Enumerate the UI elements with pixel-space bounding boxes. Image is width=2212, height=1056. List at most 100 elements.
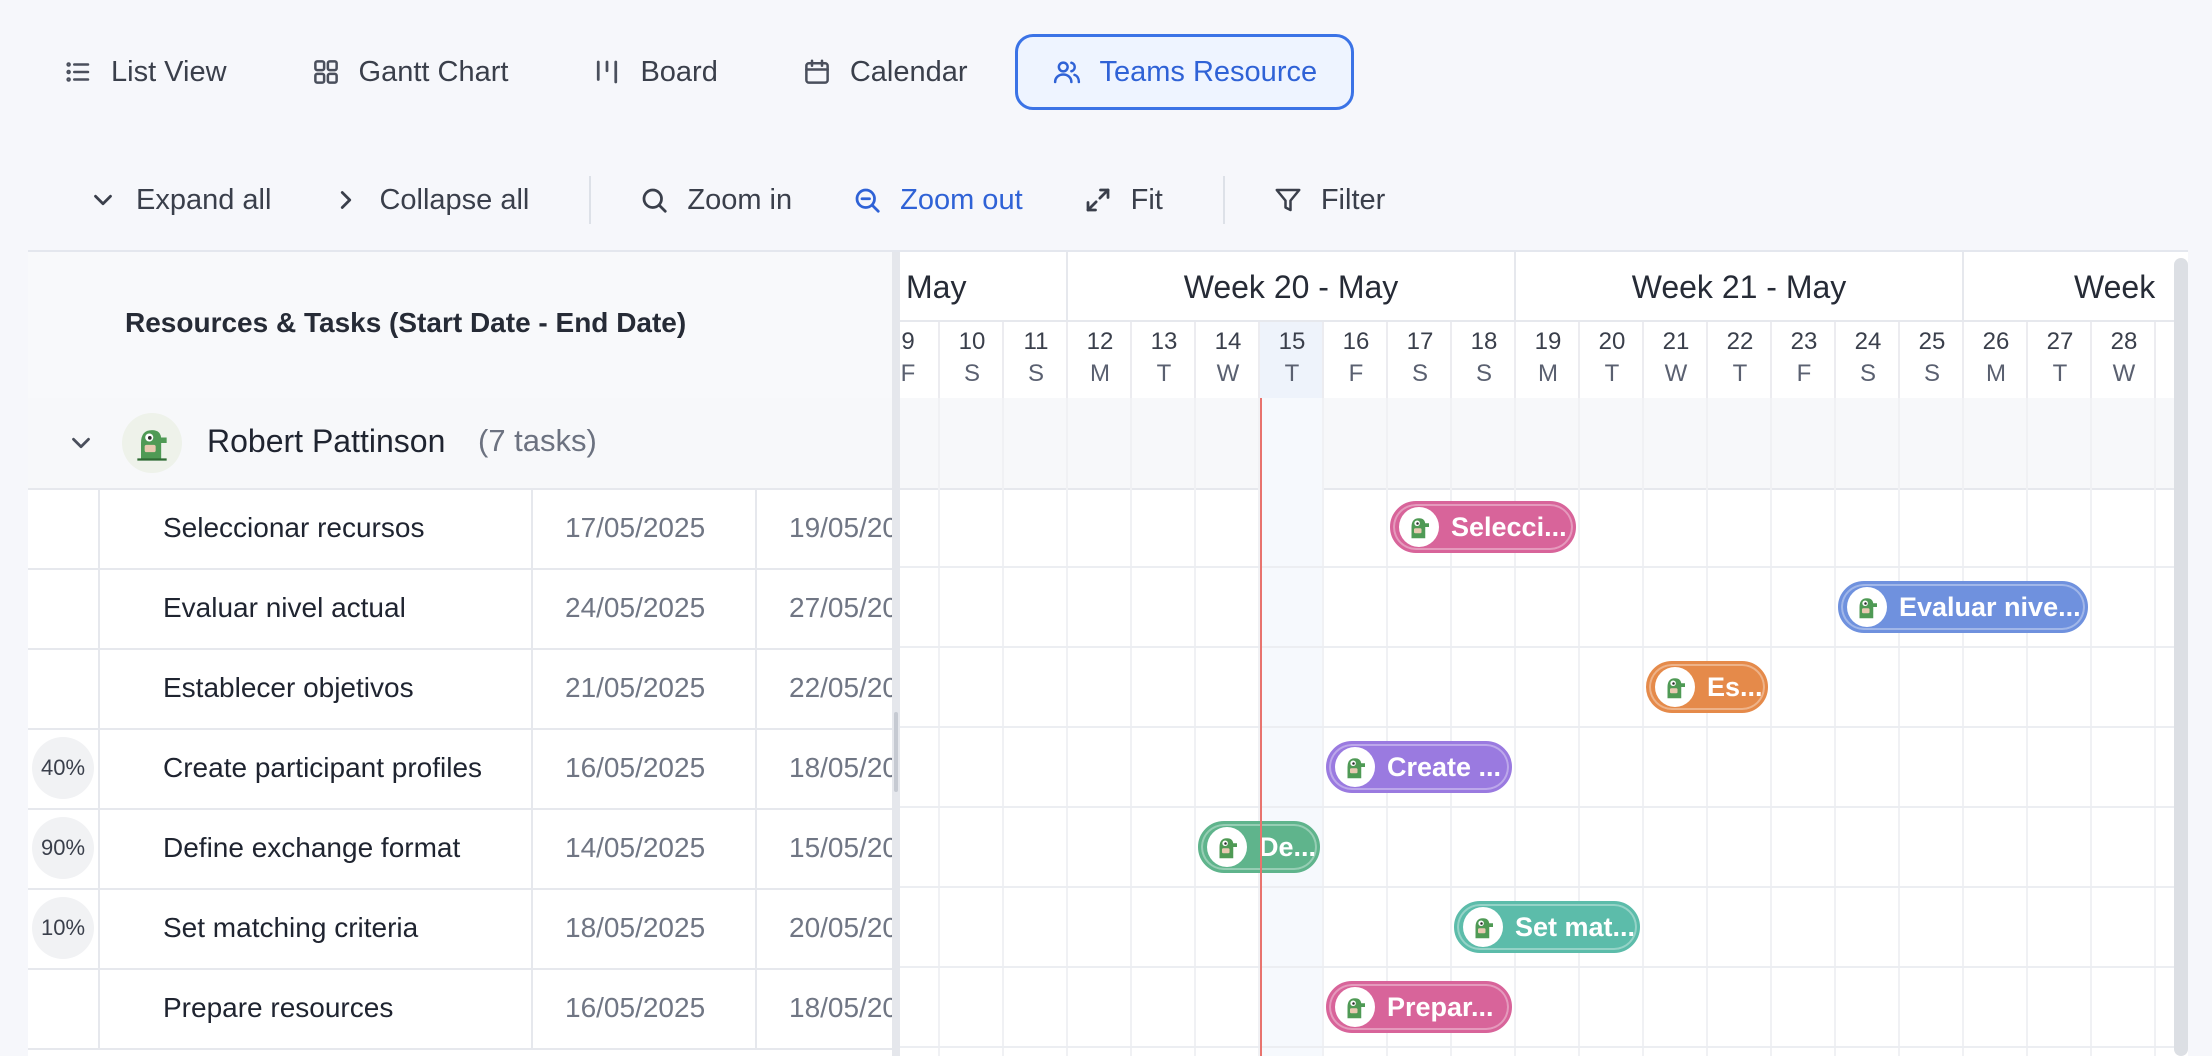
table-row[interactable]: 90% Define exchange format 14/05/2025 15/05…	[28, 808, 892, 890]
task-end-date: 18/05/2025	[789, 752, 892, 783]
task-bar[interactable]: Evaluar nive...	[1838, 581, 2088, 633]
day-letter: T	[1156, 360, 1172, 387]
expand-all-button[interactable]: Expand all	[60, 167, 307, 233]
task-name[interactable]: Establecer objetivos	[163, 648, 533, 728]
task-bar[interactable]: Create ...	[1326, 741, 1512, 793]
table-row[interactable]: 40% Create participant profiles 16/05/2025…	[28, 728, 892, 810]
vertical-scrollbar[interactable]	[2174, 258, 2188, 1056]
task-bar[interactable]: Selecci...	[1390, 501, 1576, 553]
day-letter: M	[1090, 360, 1110, 387]
day-header-cell: 12 M	[1068, 322, 1132, 398]
zoom-in-button[interactable]: Zoom in	[615, 167, 828, 233]
tab-teams-resource[interactable]: Teams Resource	[1014, 34, 1355, 110]
task-bar-label: Set mat...	[1515, 911, 1636, 942]
users-icon	[1053, 61, 1080, 84]
task-end-date: 18/05/2025	[789, 992, 892, 1023]
resource-group-row[interactable]: Robert Pattinson (7 tasks)	[28, 398, 892, 490]
task-end-date: 22/05/2025	[789, 672, 892, 703]
day-header-cell: 15 T	[1260, 322, 1324, 398]
collapse-all-label: Collapse all	[379, 183, 530, 216]
tab-calendar[interactable]: Calendar	[765, 34, 1005, 110]
table-row[interactable]: Establecer objetivos21/05/2025 22/05/2025	[28, 648, 892, 730]
fit-button[interactable]: Fit	[1059, 167, 1199, 233]
day-header-cell: 19 M	[1516, 322, 1580, 398]
day-header-cell: 25 S	[1900, 322, 1964, 398]
day-number: 23	[1790, 328, 1818, 355]
day-number: 19	[1534, 328, 1562, 355]
tab-gantt-chart[interactable]: Gantt Chart	[274, 34, 546, 110]
timeline-header: May Week 20 - May Week 21 - May Week 9 F 10 S 11…	[900, 252, 2188, 400]
task-bar[interactable]: De...	[1198, 821, 1320, 873]
day-header-cell: 18 S	[1452, 322, 1516, 398]
toolbar-divider	[589, 176, 592, 224]
table-row[interactable]: 10% Set matching criteria 18/05/2025 20/05/…	[28, 888, 892, 970]
splitter-handle[interactable]	[894, 712, 898, 792]
tab-label: Board	[640, 55, 718, 88]
task-name[interactable]: Evaluar nivel actual	[163, 568, 533, 648]
tab-list-view[interactable]: List View	[40, 34, 264, 110]
timeline-pane: May Week 20 - May Week 21 - May Week 9 F 10 S 11…	[900, 252, 2188, 1056]
task-name[interactable]: Set matching criteria	[163, 888, 533, 968]
table-row[interactable]: Prepare resources16/05/2025 18/05/2025	[28, 968, 892, 1050]
task-end-date: 19/05/2025	[789, 512, 892, 543]
collapse-all-button[interactable]: Collapse all	[307, 167, 565, 233]
day-number: 12	[1086, 328, 1114, 355]
table-row[interactable]: Seleccionar recursos17/05/2025 19/05/2025	[28, 488, 892, 570]
tab-label: Gantt Chart	[358, 55, 509, 88]
day-letter: W	[2112, 360, 2136, 387]
day-letter: F	[1348, 360, 1364, 387]
day-letter: M	[1986, 360, 2006, 387]
day-header-cell: 23 F	[1772, 322, 1836, 398]
avatar	[1655, 667, 1695, 707]
day-letter: F	[900, 360, 916, 387]
table-row[interactable]: Evaluar nivel actual24/05/2025 27/05/2025	[28, 568, 892, 650]
task-bar[interactable]: Prepar...	[1326, 981, 1512, 1033]
avatar	[1207, 827, 1247, 867]
task-bar[interactable]: Set mat...	[1454, 901, 1640, 953]
task-bar[interactable]: Es...	[1646, 661, 1768, 713]
zoom-out-button[interactable]: Zoom out	[828, 167, 1059, 233]
task-start-date: 18/05/2025	[533, 888, 757, 968]
day-number: 11	[1023, 328, 1049, 355]
day-letter: W	[1664, 360, 1688, 387]
day-letter: S	[1923, 360, 1940, 387]
task-end-date: 15/05/2025	[789, 832, 892, 863]
chevron-down-icon[interactable]	[66, 428, 96, 458]
task-name[interactable]: Define exchange format	[163, 808, 533, 888]
day-number: 13	[1150, 328, 1178, 355]
resource-task-count: (7 tasks)	[478, 423, 597, 458]
day-number: 22	[1726, 328, 1754, 355]
tab-label: Calendar	[849, 55, 968, 88]
timeline-row-divider	[900, 966, 2188, 968]
week-header-cell: May	[900, 252, 1068, 322]
today-marker	[1260, 398, 1262, 1056]
progress-badge: 90%	[32, 817, 94, 879]
task-name[interactable]: Seleccionar recursos	[163, 488, 533, 568]
task-name[interactable]: Create participant profiles	[163, 728, 533, 808]
pane-splitter[interactable]	[892, 252, 900, 1056]
resource-grid: Resources & Tasks (Start Date - End Date…	[28, 250, 2188, 1056]
filter-label: Filter	[1320, 183, 1386, 216]
task-end-date: 20/05/2025	[789, 912, 892, 943]
day-number: 26	[1982, 328, 2010, 355]
progress-cell	[28, 568, 100, 648]
dino-avatar-icon	[1347, 758, 1365, 779]
avatar	[1399, 507, 1439, 547]
day-number: 9	[901, 328, 915, 355]
progress-cell: 90%	[28, 808, 100, 888]
zoom-in-label: Zoom in	[687, 183, 793, 216]
tab-board[interactable]: Board	[555, 34, 754, 110]
day-header-cell: 16 F	[1324, 322, 1388, 398]
task-start-date: 16/05/2025	[533, 968, 757, 1048]
filter-button[interactable]: Filter	[1249, 167, 1421, 233]
calendar-icon	[804, 59, 829, 84]
task-name[interactable]: Prepare resources	[163, 968, 533, 1048]
progress-badge: 10%	[32, 897, 94, 959]
task-bar-label: Evaluar nive...	[1899, 591, 2081, 622]
progress-badge: 40%	[32, 737, 94, 799]
day-number: 27	[2046, 328, 2074, 355]
timeline-row-divider	[900, 1046, 2188, 1048]
week-header-cell: Week	[1964, 252, 2188, 322]
task-bar-label: Prepar...	[1387, 991, 1494, 1022]
day-number: 15	[1278, 328, 1306, 355]
